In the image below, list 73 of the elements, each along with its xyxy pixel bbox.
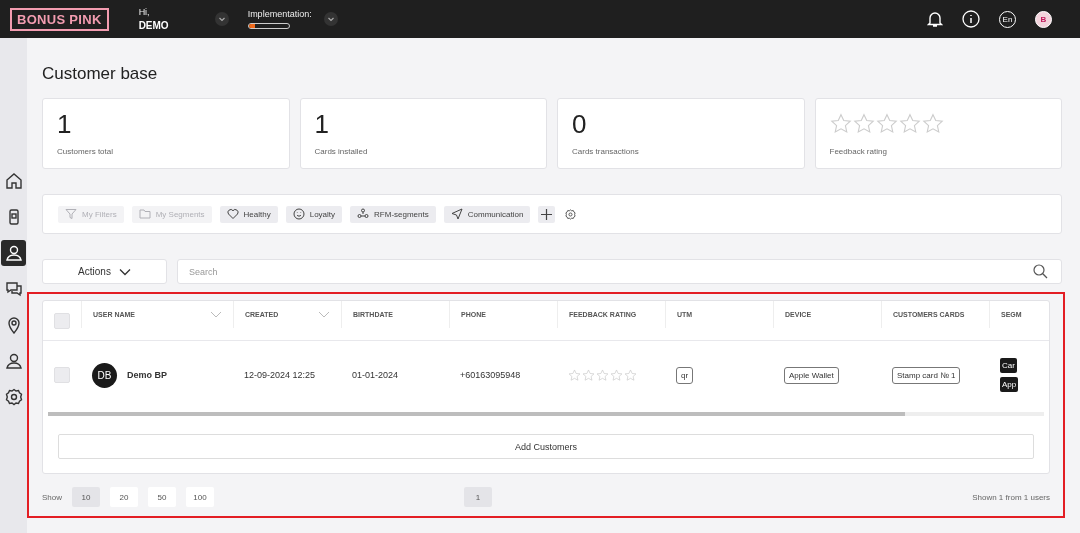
page-size-button[interactable]: 10 — [72, 487, 100, 507]
star-icon — [852, 113, 875, 135]
checkbox[interactable] — [54, 367, 70, 383]
utm-tag: qr — [676, 366, 694, 384]
star-icon — [610, 368, 623, 382]
horizontal-scrollbar[interactable] — [48, 412, 1044, 416]
filter-chip[interactable]: Loyalty — [285, 205, 343, 223]
bell-icon[interactable] — [927, 10, 943, 28]
device-tag: Apple Wallet — [784, 366, 839, 384]
star-icon — [898, 113, 921, 135]
nav-item[interactable] — [1, 240, 26, 266]
stat-label: Feedback rating — [829, 147, 888, 156]
add-filter-button[interactable] — [538, 205, 556, 223]
stat-value: 0 — [572, 110, 588, 138]
page-button[interactable]: 1 — [464, 487, 493, 507]
table-cell: +60163095948 — [460, 370, 521, 380]
star-icon — [568, 368, 581, 382]
avatar: DB — [92, 362, 117, 388]
home-icon — [4, 172, 23, 190]
segment-tag: Car — [1000, 358, 1017, 373]
funnel-icon — [65, 208, 77, 220]
user-name: DEMO — [138, 20, 170, 31]
sort-icon — [210, 311, 222, 318]
star-icon — [624, 368, 637, 382]
star-icon — [829, 113, 852, 135]
user-name: Demo BP — [127, 370, 167, 380]
stat-label: Customers total — [57, 147, 115, 156]
greeting: Hi, — [138, 7, 151, 17]
checkbox[interactable] — [54, 312, 70, 329]
info-icon[interactable] — [962, 10, 980, 28]
dropdown-icon[interactable] — [323, 12, 338, 26]
star-icon — [875, 113, 898, 135]
send-icon — [450, 208, 463, 220]
results-summary: Shown 1 from 1 users — [972, 492, 1050, 502]
show-label: Show — [42, 492, 62, 502]
customers-icon — [4, 244, 23, 262]
segment-tag: App — [1000, 377, 1019, 392]
plus-icon — [541, 208, 553, 220]
chat-icon — [4, 280, 23, 298]
stat-value: 1 — [57, 110, 73, 138]
add-customers-button[interactable]: Add Customers — [58, 434, 1034, 459]
star-icon — [596, 368, 609, 382]
logo[interactable]: BONUS PINK — [10, 7, 109, 31]
star-icon — [582, 368, 595, 382]
actions-dropdown[interactable]: Actions — [42, 259, 167, 284]
sort-icon — [318, 311, 330, 318]
settings-icon[interactable] — [565, 208, 577, 220]
page-size-button[interactable]: 50 — [148, 487, 176, 507]
stat-value: 1 — [314, 110, 330, 138]
filter-chip[interactable]: RFM-segments — [350, 205, 436, 223]
page-size-button[interactable]: 20 — [110, 487, 138, 507]
account-avatar[interactable]: B — [1035, 10, 1052, 28]
filter-chip[interactable]: Healthy — [219, 205, 278, 223]
chevron-icon — [118, 267, 131, 276]
star-icon — [921, 113, 944, 135]
heart-icon — [226, 208, 239, 220]
card-tag: Stamp card № 1 — [892, 366, 961, 384]
table-cell: 01-01-2024 — [352, 370, 399, 380]
page-title: Customer base — [42, 64, 159, 84]
filter-chip[interactable]: Communication — [443, 205, 531, 223]
implementation-label: Implementation: — [247, 9, 313, 19]
page-size-button[interactable]: 100 — [186, 487, 214, 507]
folder-icon — [138, 208, 151, 220]
nodes-icon — [357, 208, 370, 220]
settings-icon — [4, 388, 23, 406]
stat-label: Cards transactions — [572, 147, 640, 156]
table-cell: 12-09-2024 12:25 — [244, 370, 316, 380]
stat-label: Cards installed — [314, 147, 369, 156]
dropdown-icon[interactable] — [214, 12, 229, 26]
search-icon — [1033, 264, 1048, 279]
user-icon — [4, 352, 23, 370]
smile-icon — [292, 208, 305, 220]
search-field[interactable]: Search — [177, 259, 1062, 284]
